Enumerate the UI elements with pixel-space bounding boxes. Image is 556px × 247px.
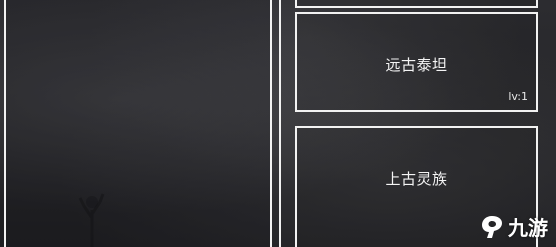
faction-card-title: 上古灵族	[385, 170, 448, 188]
jiuyou-logo-icon	[482, 215, 502, 238]
scrollbar-divider[interactable]	[279, 0, 281, 247]
faction-card-ancient-titan[interactable]: 远古泰坦 lv:1	[295, 12, 538, 112]
faction-card-title: 远古泰坦	[385, 56, 448, 74]
jiuyou-watermark: 九游	[479, 212, 548, 241]
faction-level-label: lv:1	[508, 90, 528, 103]
faction-card-previous[interactable]	[295, 0, 538, 8]
detail-panel	[4, 0, 272, 247]
faction-list[interactable]: 远古泰坦 lv:1 上古灵族	[287, 0, 551, 247]
watermark-text: 九游	[508, 216, 548, 240]
game-screen: 远古泰坦 lv:1 上古灵族 九游	[0, 0, 556, 247]
